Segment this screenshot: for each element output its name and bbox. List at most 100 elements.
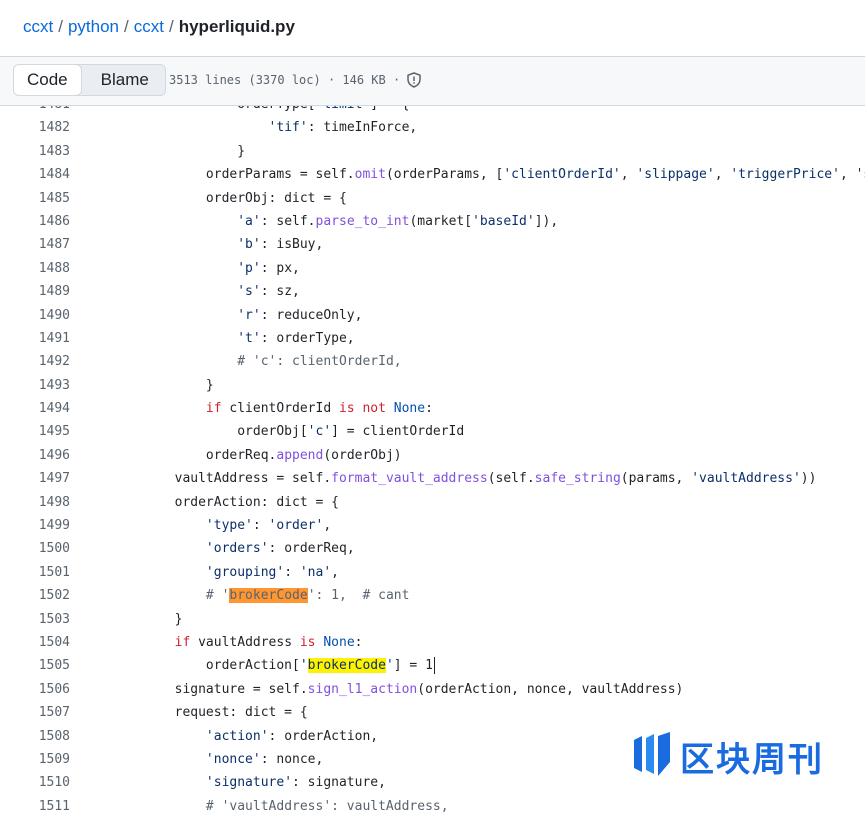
code-text: 't': orderType, <box>237 330 355 346</box>
file-meta: 3513 lines (3370 loc) · 146 KB · <box>169 72 422 88</box>
line-number[interactable]: 1496 <box>0 444 70 467</box>
line-number[interactable]: 1501 <box>0 561 70 584</box>
code-line: 1503 } <box>0 608 865 631</box>
code-line: 1505 orderAction['brokerCode'] = 1 <box>0 654 865 677</box>
breadcrumb-link-ccxt[interactable]: ccxt <box>23 17 53 37</box>
code-line: 1507 request: dict = { <box>0 701 865 724</box>
code-line: 1484 orderParams = self.omit(orderParams… <box>0 163 865 186</box>
line-number[interactable]: 1491 <box>0 327 70 350</box>
code-line: 1489 's': sz, <box>0 280 865 303</box>
code-text: 'p': px, <box>237 260 300 276</box>
code-text: } <box>112 143 246 159</box>
breadcrumb-current-file: hyperliquid.py <box>178 17 295 36</box>
blame-view-button[interactable]: Blame <box>81 65 165 95</box>
line-number[interactable]: 1504 <box>0 631 70 654</box>
line-number[interactable]: 1497 <box>0 467 70 490</box>
code-line: 1504 if vaultAddress is None: <box>0 631 865 654</box>
code-line: 1499 'type': 'order', <box>0 514 865 537</box>
code-viewer[interactable]: 1481 orderType['limit'] = {1482 'tif': t… <box>0 106 865 815</box>
code-line: 1502 # 'brokerCode': 1, # cant <box>0 584 865 607</box>
code-text: # 'c': clientOrderId, <box>237 354 402 370</box>
line-number[interactable]: 1507 <box>0 701 70 724</box>
line-number[interactable]: 1505 <box>0 654 70 677</box>
line-number[interactable]: 1489 <box>0 280 70 303</box>
code-text: 'r': reduceOnly, <box>237 307 363 323</box>
shield-icon[interactable] <box>406 72 422 88</box>
code-line: 1483 } <box>0 140 865 163</box>
code-line: 1495 orderObj['c'] = clientOrderId <box>0 420 865 443</box>
breadcrumb-link-python[interactable]: python <box>68 17 119 37</box>
line-number[interactable]: 1488 <box>0 257 70 280</box>
code-text: 'action': orderAction, <box>205 728 379 744</box>
breadcrumb: ccxt / python / ccxt / hyperliquid.py <box>23 15 295 39</box>
code-line: 1496 orderReq.append(orderObj) <box>0 444 865 467</box>
code-line: 1490 'r': reduceOnly, <box>0 304 865 327</box>
code-view-button[interactable]: Code <box>13 65 82 95</box>
code-line: 1492 # 'c': clientOrderId, <box>0 350 865 373</box>
line-number[interactable]: 1511 <box>0 795 70 815</box>
line-number[interactable]: 1495 <box>0 420 70 443</box>
code-text: orderObj: dict = { <box>112 190 347 206</box>
file-stats: 3513 lines (3370 loc) · 146 KB · <box>169 73 401 87</box>
code-line: 1488 'p': px, <box>0 257 865 280</box>
line-number[interactable]: 1500 <box>0 537 70 560</box>
line-number[interactable]: 1487 <box>0 233 70 256</box>
code-line: 1491 't': orderType, <box>0 327 865 350</box>
code-line: 1493 } <box>0 374 865 397</box>
line-number[interactable]: 1481 <box>0 106 70 116</box>
line-number[interactable]: 1490 <box>0 304 70 327</box>
view-toggle: Code Blame <box>13 64 166 96</box>
code-line: 1485 orderObj: dict = { <box>0 187 865 210</box>
line-number[interactable]: 1483 <box>0 140 70 163</box>
code-text: } <box>112 377 214 393</box>
code-text: request: dict = { <box>112 705 308 721</box>
line-number[interactable]: 1486 <box>0 210 70 233</box>
code-line: 1481 orderType['limit'] = { <box>0 106 865 116</box>
code-text: 'signature': signature, <box>205 775 386 791</box>
breadcrumb-separator: / <box>168 17 174 36</box>
code-text: # 'brokerCode': 1, # cant <box>205 588 410 604</box>
code-text: 's': sz, <box>237 284 300 300</box>
line-number[interactable]: 1506 <box>0 678 70 701</box>
line-number[interactable]: 1498 <box>0 491 70 514</box>
code-line: 1482 'tif': timeInForce, <box>0 116 865 139</box>
code-line: 1501 'grouping': 'na', <box>0 561 865 584</box>
line-number[interactable]: 1492 <box>0 350 70 373</box>
file-toolbar: Code Blame 3513 lines (3370 loc) · 146 K… <box>0 56 865 106</box>
code-text: signature = self.sign_l1_action(orderAct… <box>112 681 684 697</box>
breadcrumb-separator: / <box>58 17 63 36</box>
code-line: 1511 # 'vaultAddress': vaultAddress, <box>0 795 865 815</box>
line-number[interactable]: 1503 <box>0 608 70 631</box>
line-number[interactable]: 1499 <box>0 514 70 537</box>
line-number[interactable]: 1509 <box>0 748 70 771</box>
code-text: orderObj['c'] = clientOrderId <box>112 424 465 440</box>
line-number[interactable]: 1502 <box>0 584 70 607</box>
line-number[interactable]: 1510 <box>0 771 70 794</box>
watermark: 区块周刊 <box>632 731 824 781</box>
code-text: 'grouping': 'na', <box>205 564 339 580</box>
code-text: } <box>112 611 183 627</box>
code-text: 'type': 'order', <box>205 518 332 534</box>
code-line: 1486 'a': self.parse_to_int(market['base… <box>0 210 865 233</box>
line-number[interactable]: 1508 <box>0 725 70 748</box>
code-line: 1494 if clientOrderId is not None: <box>0 397 865 420</box>
breadcrumb-separator: / <box>124 17 129 36</box>
line-number[interactable]: 1482 <box>0 116 70 139</box>
code-text: orderAction['brokerCode'] = 1 <box>112 657 435 675</box>
line-number[interactable]: 1494 <box>0 397 70 420</box>
code-text: if clientOrderId is not None: <box>205 401 433 417</box>
blockweekly-logo-icon <box>632 731 672 781</box>
code-text: orderType['limit'] = { <box>112 106 409 116</box>
code-text: # 'vaultAddress': vaultAddress, <box>205 798 449 814</box>
code-text: 'nonce': nonce, <box>205 751 324 767</box>
code-text: 'orders': orderReq, <box>205 541 355 557</box>
code-line: 1487 'b': isBuy, <box>0 233 865 256</box>
code-text: orderAction: dict = { <box>112 494 339 510</box>
line-number[interactable]: 1485 <box>0 187 70 210</box>
code-lines: 1481 orderType['limit'] = {1482 'tif': t… <box>0 106 865 815</box>
code-text: vaultAddress = self.format_vault_address… <box>112 471 817 487</box>
breadcrumb-link-ccxt-dir[interactable]: ccxt <box>134 17 164 37</box>
line-number[interactable]: 1493 <box>0 374 70 397</box>
code-text: 'a': self.parse_to_int(market['baseId'])… <box>237 213 559 229</box>
line-number[interactable]: 1484 <box>0 163 70 186</box>
